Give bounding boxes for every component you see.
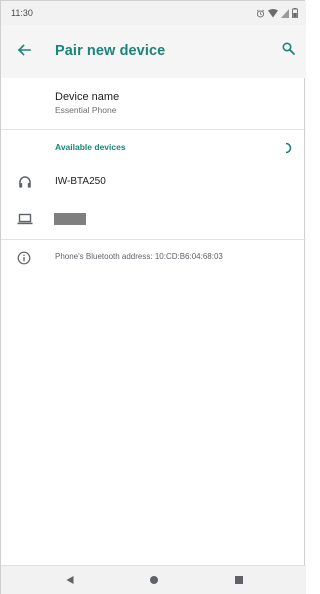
back-button[interactable] xyxy=(14,42,34,62)
divider xyxy=(1,239,306,240)
back-triangle-icon xyxy=(65,572,75,590)
page-title: Pair new device xyxy=(55,43,166,59)
nav-home-button[interactable] xyxy=(147,574,161,588)
section-title: Available devices xyxy=(55,142,126,152)
signal-icon xyxy=(281,8,289,18)
status-bar: 11:30 xyxy=(1,1,306,25)
info-icon xyxy=(17,251,31,265)
headphones-icon xyxy=(16,174,34,190)
device-row-redacted[interactable] xyxy=(1,202,306,236)
device-name-title: Device name xyxy=(55,91,120,103)
laptop-icon xyxy=(16,211,34,227)
battery-icon xyxy=(292,8,298,18)
status-time: 11:30 xyxy=(11,8,33,18)
search-button[interactable] xyxy=(278,41,298,61)
alarm-icon xyxy=(256,9,265,18)
home-circle-icon xyxy=(149,572,159,590)
status-icons xyxy=(256,8,298,18)
loading-spinner-icon xyxy=(280,141,292,154)
redacted-device-label xyxy=(54,213,86,225)
wifi-icon xyxy=(268,8,278,18)
bluetooth-address-text: Phone's Bluetooth address: 10:CD:B6:04:6… xyxy=(55,252,223,261)
device-label: IW-BTA250 xyxy=(55,176,106,187)
recents-square-icon xyxy=(234,572,244,590)
device-name-value: Essential Phone xyxy=(55,105,117,115)
device-name-setting[interactable]: Device name Essential Phone xyxy=(1,78,306,129)
bluetooth-address-info: Phone's Bluetooth address: 10:CD:B6:04:6… xyxy=(1,243,306,271)
device-row-iw-bta250[interactable]: IW-BTA250 xyxy=(1,165,306,199)
nav-back-button[interactable] xyxy=(63,574,77,588)
search-icon xyxy=(281,42,295,60)
available-devices-header: Available devices xyxy=(1,131,306,163)
nav-recents-button[interactable] xyxy=(232,574,246,588)
app-bar: Pair new device xyxy=(1,25,306,78)
divider xyxy=(1,129,306,130)
navigation-bar xyxy=(1,565,306,594)
screen: 11:30 Pair new device Device name Essent… xyxy=(0,0,306,594)
arrow-left-icon xyxy=(17,43,31,61)
